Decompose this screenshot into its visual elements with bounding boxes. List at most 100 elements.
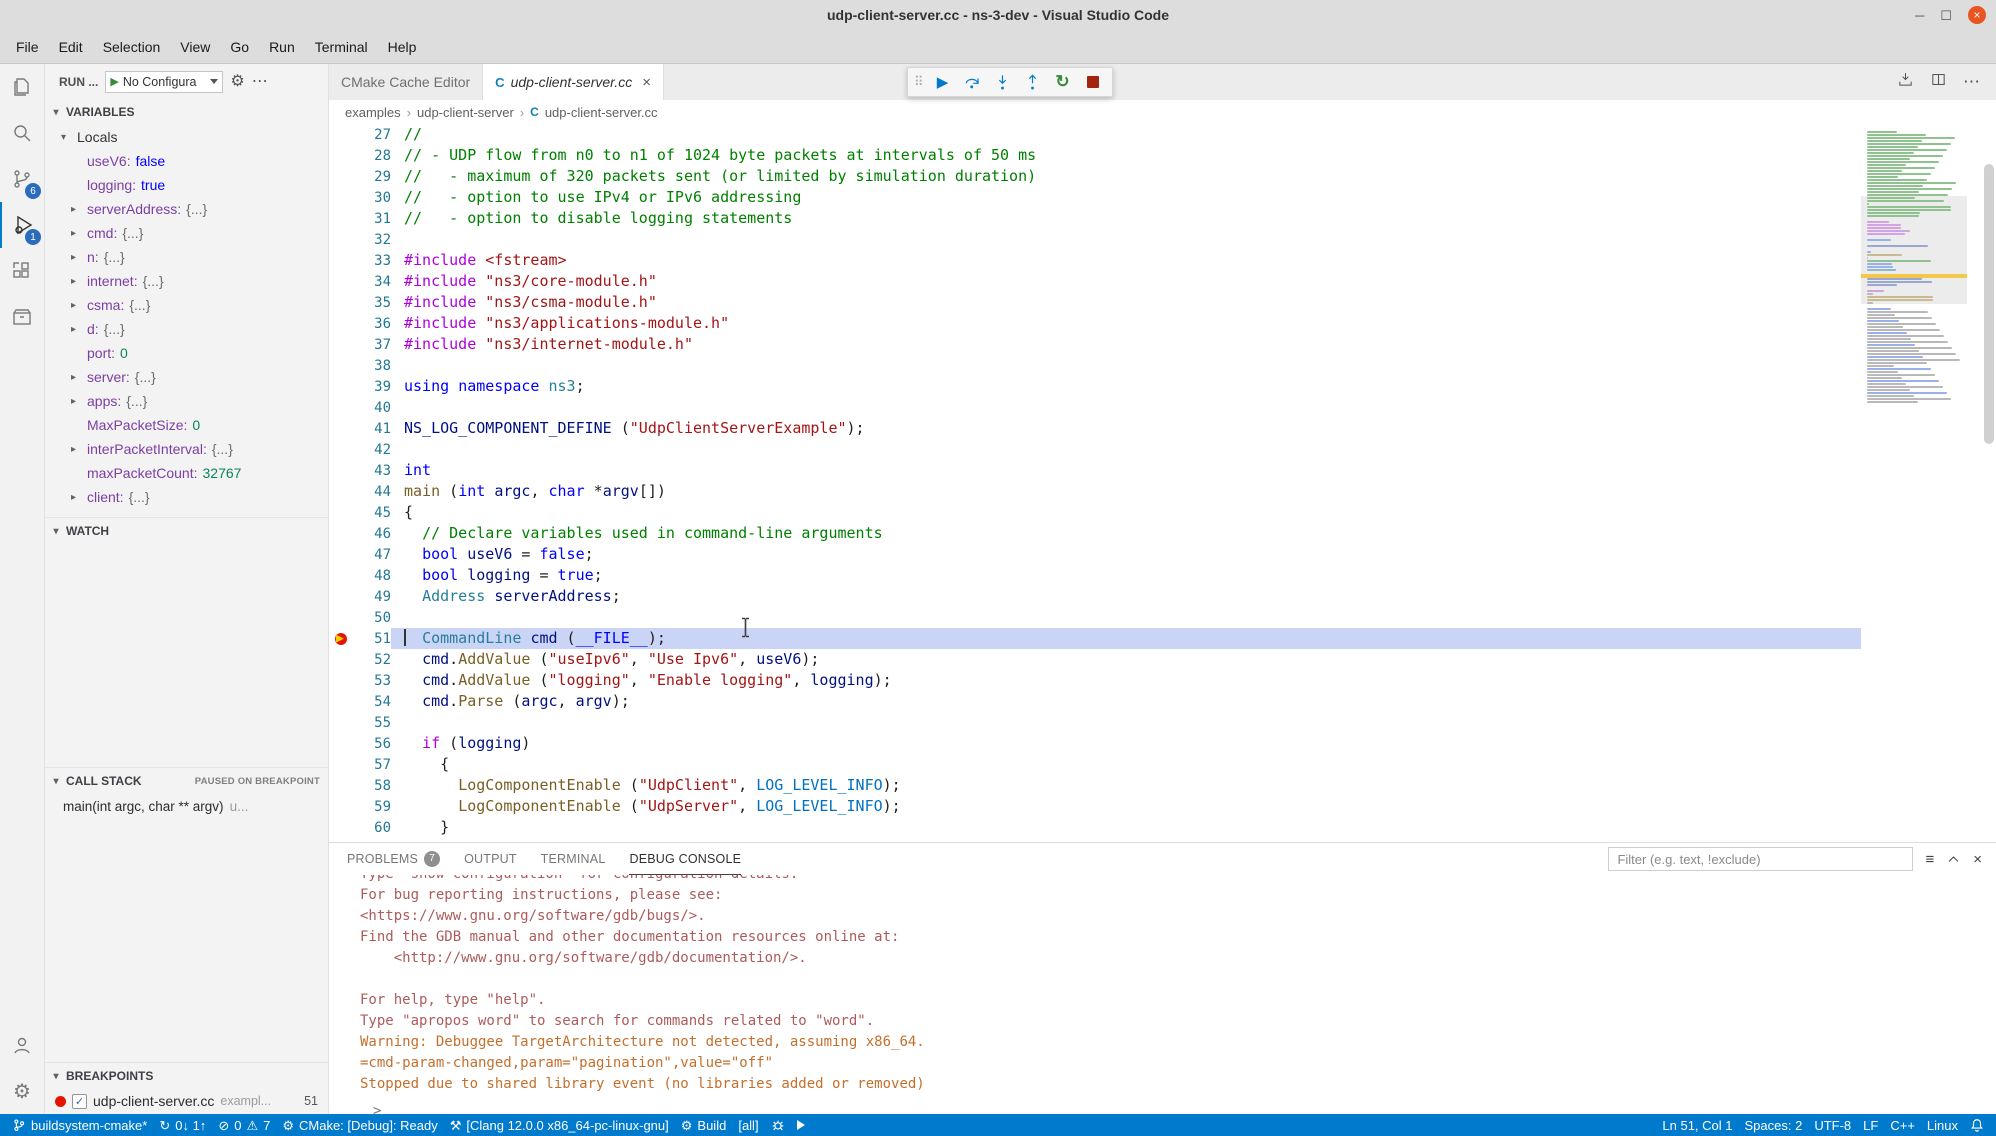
variable-cmd[interactable]: ▸cmd:{...}	[45, 221, 328, 245]
variable-apps[interactable]: ▸apps:{...}	[45, 389, 328, 413]
indentation-item[interactable]: Spaces: 2	[1739, 1114, 1809, 1136]
step-into-button[interactable]	[990, 69, 1016, 95]
chevron-right-icon[interactable]: ▸	[71, 276, 87, 287]
gutter[interactable]: 44	[329, 481, 391, 502]
variable-serverAddress[interactable]: ▸serverAddress:{...}	[45, 197, 328, 221]
menu-help[interactable]: Help	[378, 30, 427, 63]
debug-config-dropdown[interactable]: ▶ No Configura	[105, 71, 223, 93]
gutter[interactable]: 49	[329, 586, 391, 607]
gutter[interactable]: 61	[329, 838, 391, 842]
stop-button[interactable]	[1080, 69, 1106, 95]
tab-udp-client-server-cc[interactable]: Cudp-client-server.cc×	[483, 64, 664, 100]
drag-handle-icon[interactable]: ⠿	[914, 74, 924, 90]
gutter[interactable]: 35	[329, 292, 391, 313]
variable-interPacketInterval[interactable]: ▸interPacketInterval:{...}	[45, 437, 328, 461]
chevron-up-icon[interactable]	[1946, 852, 1961, 867]
minimize-button[interactable]: ─	[1915, 9, 1924, 22]
continue-button[interactable]: ▶	[930, 69, 956, 95]
menu-edit[interactable]: Edit	[49, 30, 93, 63]
breakpoint-checkbox[interactable]: ✓	[72, 1094, 87, 1109]
code-line-50[interactable]: 50	[329, 607, 1861, 628]
panel-tab-output[interactable]: OUTPUT	[464, 843, 517, 875]
breakpoint-row[interactable]: ✓ udp-client-server.cc exampl... 51	[45, 1089, 328, 1113]
debug-target-item[interactable]	[765, 1114, 791, 1136]
menu-go[interactable]: Go	[220, 30, 259, 63]
variable-internet[interactable]: ▸internet:{...}	[45, 269, 328, 293]
remote-explorer-icon[interactable]	[0, 294, 44, 340]
editor[interactable]: 27//28// - UDP flow from n0 to n1 of 102…	[329, 124, 1996, 842]
code-line-39[interactable]: 39using namespace ns3;	[329, 376, 1861, 397]
variable-client[interactable]: ▸client:{...}	[45, 485, 328, 509]
language-mode-item[interactable]: C++	[1884, 1114, 1921, 1136]
code-line-28[interactable]: 28// - UDP flow from n0 to n1 of 1024 by…	[329, 145, 1861, 166]
breadcrumb-item[interactable]: udp-client-server	[417, 105, 514, 120]
code-line-30[interactable]: 30// - option to use IPv4 or IPv6 addres…	[329, 187, 1861, 208]
build-item[interactable]: ⚙ Build	[675, 1114, 733, 1136]
gutter[interactable]: 27	[329, 124, 391, 145]
code-line-29[interactable]: 29// - maximum of 320 packets sent (or l…	[329, 166, 1861, 187]
code-line-52[interactable]: 52 cmd.AddValue ("useIpv6", "Use Ipv6", …	[329, 649, 1861, 670]
code-line-27[interactable]: 27//	[329, 124, 1861, 145]
download-icon[interactable]	[1897, 71, 1914, 93]
gutter[interactable]: 50	[329, 607, 391, 628]
search-icon[interactable]	[0, 110, 44, 156]
code-line-45[interactable]: 45{	[329, 502, 1861, 523]
panel-tab-terminal[interactable]: TERMINAL	[541, 843, 606, 875]
code-line-57[interactable]: 57 {	[329, 754, 1861, 775]
encoding-item[interactable]: UTF-8	[1808, 1114, 1857, 1136]
panel-tab-debug-console[interactable]: DEBUG CONSOLE	[629, 843, 741, 875]
close-window-button[interactable]: ×	[1968, 6, 1986, 24]
build-target-item[interactable]: [all]	[732, 1114, 764, 1136]
split-editor-icon[interactable]	[1930, 71, 1947, 93]
source-control-icon[interactable]: 6	[0, 156, 44, 202]
eol-item[interactable]: LF	[1857, 1114, 1884, 1136]
chevron-right-icon[interactable]: ▸	[71, 444, 87, 455]
chevron-right-icon[interactable]: ▸	[71, 300, 87, 311]
variable-d[interactable]: ▸d:{...}	[45, 317, 328, 341]
chevron-right-icon[interactable]: ▸	[71, 204, 87, 215]
gutter[interactable]: 59	[329, 796, 391, 817]
more-actions-icon[interactable]: ⋯	[252, 74, 268, 90]
gutter[interactable]: 32	[329, 229, 391, 250]
os-item[interactable]: Linux	[1921, 1114, 1964, 1136]
code-line-38[interactable]: 38	[329, 355, 1861, 376]
gutter[interactable]: 42	[329, 439, 391, 460]
chevron-right-icon[interactable]: ▸	[71, 492, 87, 503]
menu-terminal[interactable]: Terminal	[305, 30, 378, 63]
settings-gear-icon[interactable]: ⚙	[0, 1068, 44, 1114]
code-line-53[interactable]: 53 cmd.AddValue ("logging", "Enable logg…	[329, 670, 1861, 691]
code-line-54[interactable]: 54 cmd.Parse (argc, argv);	[329, 691, 1861, 712]
gutter[interactable]: 53	[329, 670, 391, 691]
menu-selection[interactable]: Selection	[93, 30, 171, 63]
gutter[interactable]: 31	[329, 208, 391, 229]
code-line-49[interactable]: 49 Address serverAddress;	[329, 586, 1861, 607]
code-line-31[interactable]: 31// - option to disable logging stateme…	[329, 208, 1861, 229]
start-debug-icon[interactable]: ▶	[110, 75, 118, 88]
tab-cmake-cache-editor[interactable]: CMake Cache Editor	[329, 64, 483, 100]
gutter[interactable]: 52	[329, 649, 391, 670]
editor-scrollbar[interactable]	[1984, 164, 1994, 444]
code-line-48[interactable]: 48 bool logging = true;	[329, 565, 1861, 586]
menu-view[interactable]: View	[170, 30, 220, 63]
variable-useV6[interactable]: useV6:false	[45, 149, 328, 173]
call-stack-header[interactable]: ▾ CALL STACK PAUSED ON BREAKPOINT	[45, 768, 328, 794]
configure-gear-icon[interactable]: ⚙	[230, 74, 244, 90]
gutter[interactable]: 57	[329, 754, 391, 775]
chevron-right-icon[interactable]: ▸	[71, 324, 87, 335]
code-line-51[interactable]: ▶51 CommandLine cmd (__FILE__);	[329, 628, 1861, 649]
launch-target-item[interactable]	[791, 1114, 811, 1136]
code-line-36[interactable]: 36#include "ns3/applications-module.h"	[329, 313, 1861, 334]
chevron-right-icon[interactable]: ▸	[71, 372, 87, 383]
gutter[interactable]: 48	[329, 565, 391, 586]
chevron-right-icon[interactable]: ▸	[71, 396, 87, 407]
variable-MaxPacketSize[interactable]: MaxPacketSize:0	[45, 413, 328, 437]
gutter[interactable]: 38	[329, 355, 391, 376]
code-line-34[interactable]: 34#include "ns3/core-module.h"	[329, 271, 1861, 292]
gutter[interactable]: 33	[329, 250, 391, 271]
code-line-46[interactable]: 46 // Declare variables used in command-…	[329, 523, 1861, 544]
gutter[interactable]: 34	[329, 271, 391, 292]
gutter[interactable]: 56	[329, 733, 391, 754]
cmake-status-item[interactable]: ⚙ CMake: [Debug]: Ready	[276, 1114, 443, 1136]
cmake-kit-item[interactable]: ⚒ [Clang 12.0.0 x86_64-pc-linux-gnu]	[444, 1114, 675, 1136]
gutter[interactable]: 30	[329, 187, 391, 208]
